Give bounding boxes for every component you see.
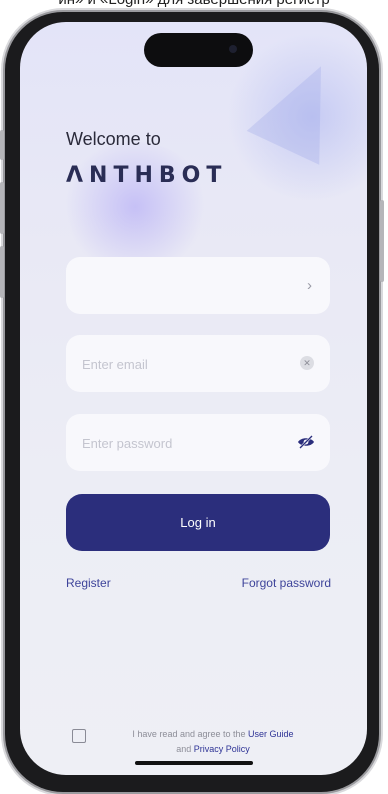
privacy-policy-link[interactable]: Privacy Policy <box>194 744 250 754</box>
background-glow <box>60 142 210 272</box>
agreement-prefix: I have read and agree to the <box>132 729 246 739</box>
register-link[interactable]: Register <box>66 576 111 590</box>
home-indicator <box>135 761 253 765</box>
forgot-password-link[interactable]: Forgot password <box>242 576 331 590</box>
action-button <box>0 130 4 160</box>
dynamic-island <box>144 33 253 67</box>
app-screen: Welcome to ΛNTHBOT › ✕ Log in Register F… <box>20 22 367 775</box>
eye-hidden-icon[interactable] <box>297 434 315 450</box>
power-button <box>380 200 384 282</box>
password-field-container <box>66 414 330 473</box>
email-field-container: ✕ <box>66 335 330 394</box>
agreement-text: I have read and agree to the User Guide … <box>103 727 323 757</box>
user-guide-link[interactable]: User Guide <box>248 729 294 739</box>
volume-down-button <box>0 246 4 298</box>
clear-icon[interactable]: ✕ <box>300 356 314 370</box>
camera-icon <box>229 45 237 53</box>
top-caption: ин» и «Login» для завершения регистр <box>0 0 388 8</box>
agreement-checkbox[interactable] <box>72 729 86 743</box>
agreement-and: and <box>176 744 192 754</box>
chevron-right-icon: › <box>307 277 312 294</box>
volume-up-button <box>0 182 4 234</box>
brand-logo: ΛNTHBOT <box>66 163 228 188</box>
welcome-heading: Welcome to <box>66 129 161 149</box>
password-field[interactable] <box>80 414 284 473</box>
region-selector[interactable]: › <box>66 257 330 314</box>
login-button[interactable]: Log in <box>66 494 330 551</box>
email-field[interactable] <box>80 335 284 394</box>
